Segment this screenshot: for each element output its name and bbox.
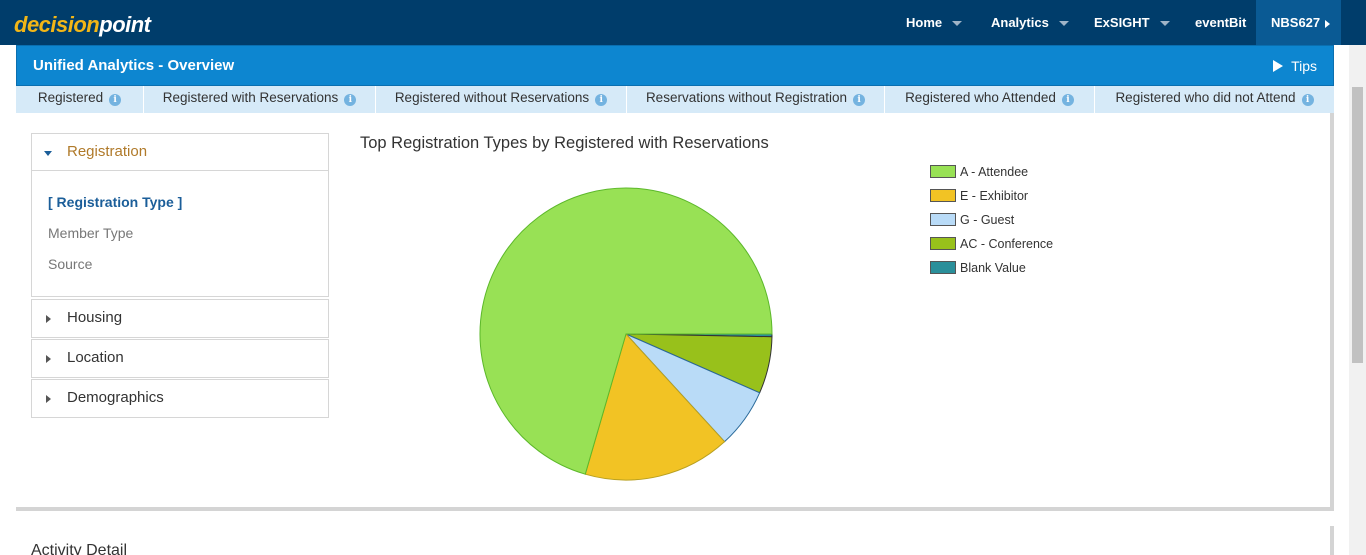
info-icon[interactable]: i [853, 94, 866, 106]
play-icon [1273, 60, 1284, 72]
accordion-registration: Registration [ Registration Type ] Membe… [31, 133, 329, 297]
brand-logo[interactable]: decisionpoint [14, 12, 151, 38]
user-name: NBS627 [1271, 15, 1321, 30]
page-title: Unified Analytics - Overview [33, 57, 235, 74]
chevron-down-icon [952, 21, 963, 27]
tab-reservations-without-registration[interactable]: Reservations without Registration i [627, 86, 885, 113]
legend-swatch [930, 213, 956, 226]
legend-label: Blank Value [960, 261, 1026, 275]
accordion-header-location[interactable]: Location [32, 340, 328, 377]
legend-swatch [930, 165, 956, 178]
info-icon[interactable]: i [1301, 94, 1314, 106]
tab-registered-with-reservations[interactable]: Registered with Reservations i [144, 86, 376, 113]
legend-label: A - Attendee [960, 165, 1029, 179]
accordion-location[interactable]: Location [31, 339, 329, 378]
nav-eventbit-label: eventBit [1195, 15, 1247, 30]
tips-button[interactable]: Tips [1273, 58, 1317, 74]
chevron-down-icon [1058, 21, 1069, 27]
chart-legend: A - Attendee E - Exhibitor G - Guest AC - C… [930, 163, 1053, 283]
accordion-label: Registration [67, 143, 148, 160]
legend-item-attendee[interactable]: A - Attendee [930, 163, 1053, 187]
page-title-bar: Unified Analytics - Overview Tips [16, 45, 1334, 86]
accordion-label: Location [67, 349, 124, 366]
info-icon[interactable]: i [109, 94, 122, 106]
legend-item-conference[interactable]: AC - Conference [930, 235, 1053, 259]
accordion-header-housing[interactable]: Housing [32, 300, 328, 337]
metric-tabs: Registered i Registered with Reservations… [16, 86, 1334, 113]
legend-swatch [930, 237, 956, 250]
nav-eventbit[interactable]: eventBit [1195, 0, 1246, 45]
sidebar-item-member-type[interactable]: Member Type [48, 224, 328, 255]
activity-card [16, 526, 1334, 555]
tab-registered[interactable]: Registered i [16, 86, 144, 113]
brand-logo-part1: decision [14, 12, 100, 37]
caret-down-icon [44, 151, 52, 156]
caret-right-icon [46, 315, 51, 323]
nav-analytics-label: Analytics [991, 15, 1049, 30]
accordion-label: Housing [67, 309, 123, 326]
legend-label: E - Exhibitor [960, 189, 1029, 203]
tab-label: Registered who did not Attend [1115, 90, 1296, 105]
page: { "brand": { "part1": "decision", "part2… [0, 0, 1366, 555]
pie-chart[interactable] [470, 178, 782, 490]
sidebar-item-source[interactable]: Source [48, 255, 328, 286]
accordion-body-registration: [ Registration Type ] Member Type Source [32, 171, 328, 296]
scrollbar-thumb[interactable] [1352, 87, 1363, 363]
caret-right-icon [46, 395, 51, 403]
nav-exsight[interactable]: ExSIGHT [1094, 0, 1170, 45]
chevron-down-icon [1159, 21, 1170, 27]
vertical-scrollbar[interactable] [1349, 45, 1366, 555]
chart-title: Top Registration Types by Registered wit… [360, 134, 769, 152]
nav-home[interactable]: Home [906, 0, 963, 45]
tips-label: Tips [1291, 58, 1317, 74]
nav-exsight-label: ExSIGHT [1094, 15, 1150, 30]
legend-item-guest[interactable]: G - Guest [930, 211, 1053, 235]
info-icon[interactable]: i [595, 94, 608, 106]
accordion-demographics[interactable]: Demographics [31, 379, 329, 418]
accordion-housing[interactable]: Housing [31, 299, 329, 338]
top-navbar: decisionpoint Home Analytics ExSIGHT eve… [0, 0, 1366, 45]
tab-registered-who-did-not-attend[interactable]: Registered who did not Attend i [1095, 86, 1334, 113]
tab-label: Reservations without Registration [645, 90, 848, 105]
caret-right-icon [46, 355, 51, 363]
tab-label: Registered with Reservations [162, 90, 339, 105]
legend-swatch [930, 261, 956, 274]
info-icon[interactable]: i [344, 94, 357, 106]
info-icon[interactable]: i [1061, 94, 1074, 106]
chevron-right-icon [1325, 19, 1331, 28]
legend-label: G - Guest [960, 213, 1015, 227]
tab-label: Registered without Reservations [394, 90, 590, 105]
brand-logo-part2: point [99, 12, 151, 37]
accordion-header-registration[interactable]: Registration [32, 134, 328, 171]
legend-label: AC - Conference [960, 237, 1054, 251]
user-menu[interactable]: NBS627 [1256, 0, 1341, 45]
nav-analytics[interactable]: Analytics [991, 0, 1069, 45]
tab-label: Registered [37, 90, 104, 105]
accordion-label: Demographics [67, 389, 164, 406]
legend-item-exhibitor[interactable]: E - Exhibitor [930, 187, 1053, 211]
sidebar-item-registration-type[interactable]: [ Registration Type ] [48, 193, 328, 224]
accordion-header-demographics[interactable]: Demographics [32, 380, 328, 417]
legend-item-blank-value[interactable]: Blank Value [930, 259, 1053, 283]
tab-registered-who-attended[interactable]: Registered who Attended i [885, 86, 1095, 113]
nav-home-label: Home [906, 15, 943, 30]
tab-label: Registered who Attended [905, 90, 1056, 105]
tab-registered-without-reservations[interactable]: Registered without Reservations i [376, 86, 627, 113]
legend-swatch [930, 189, 956, 202]
activity-detail-heading: Activity Detail [31, 542, 128, 555]
